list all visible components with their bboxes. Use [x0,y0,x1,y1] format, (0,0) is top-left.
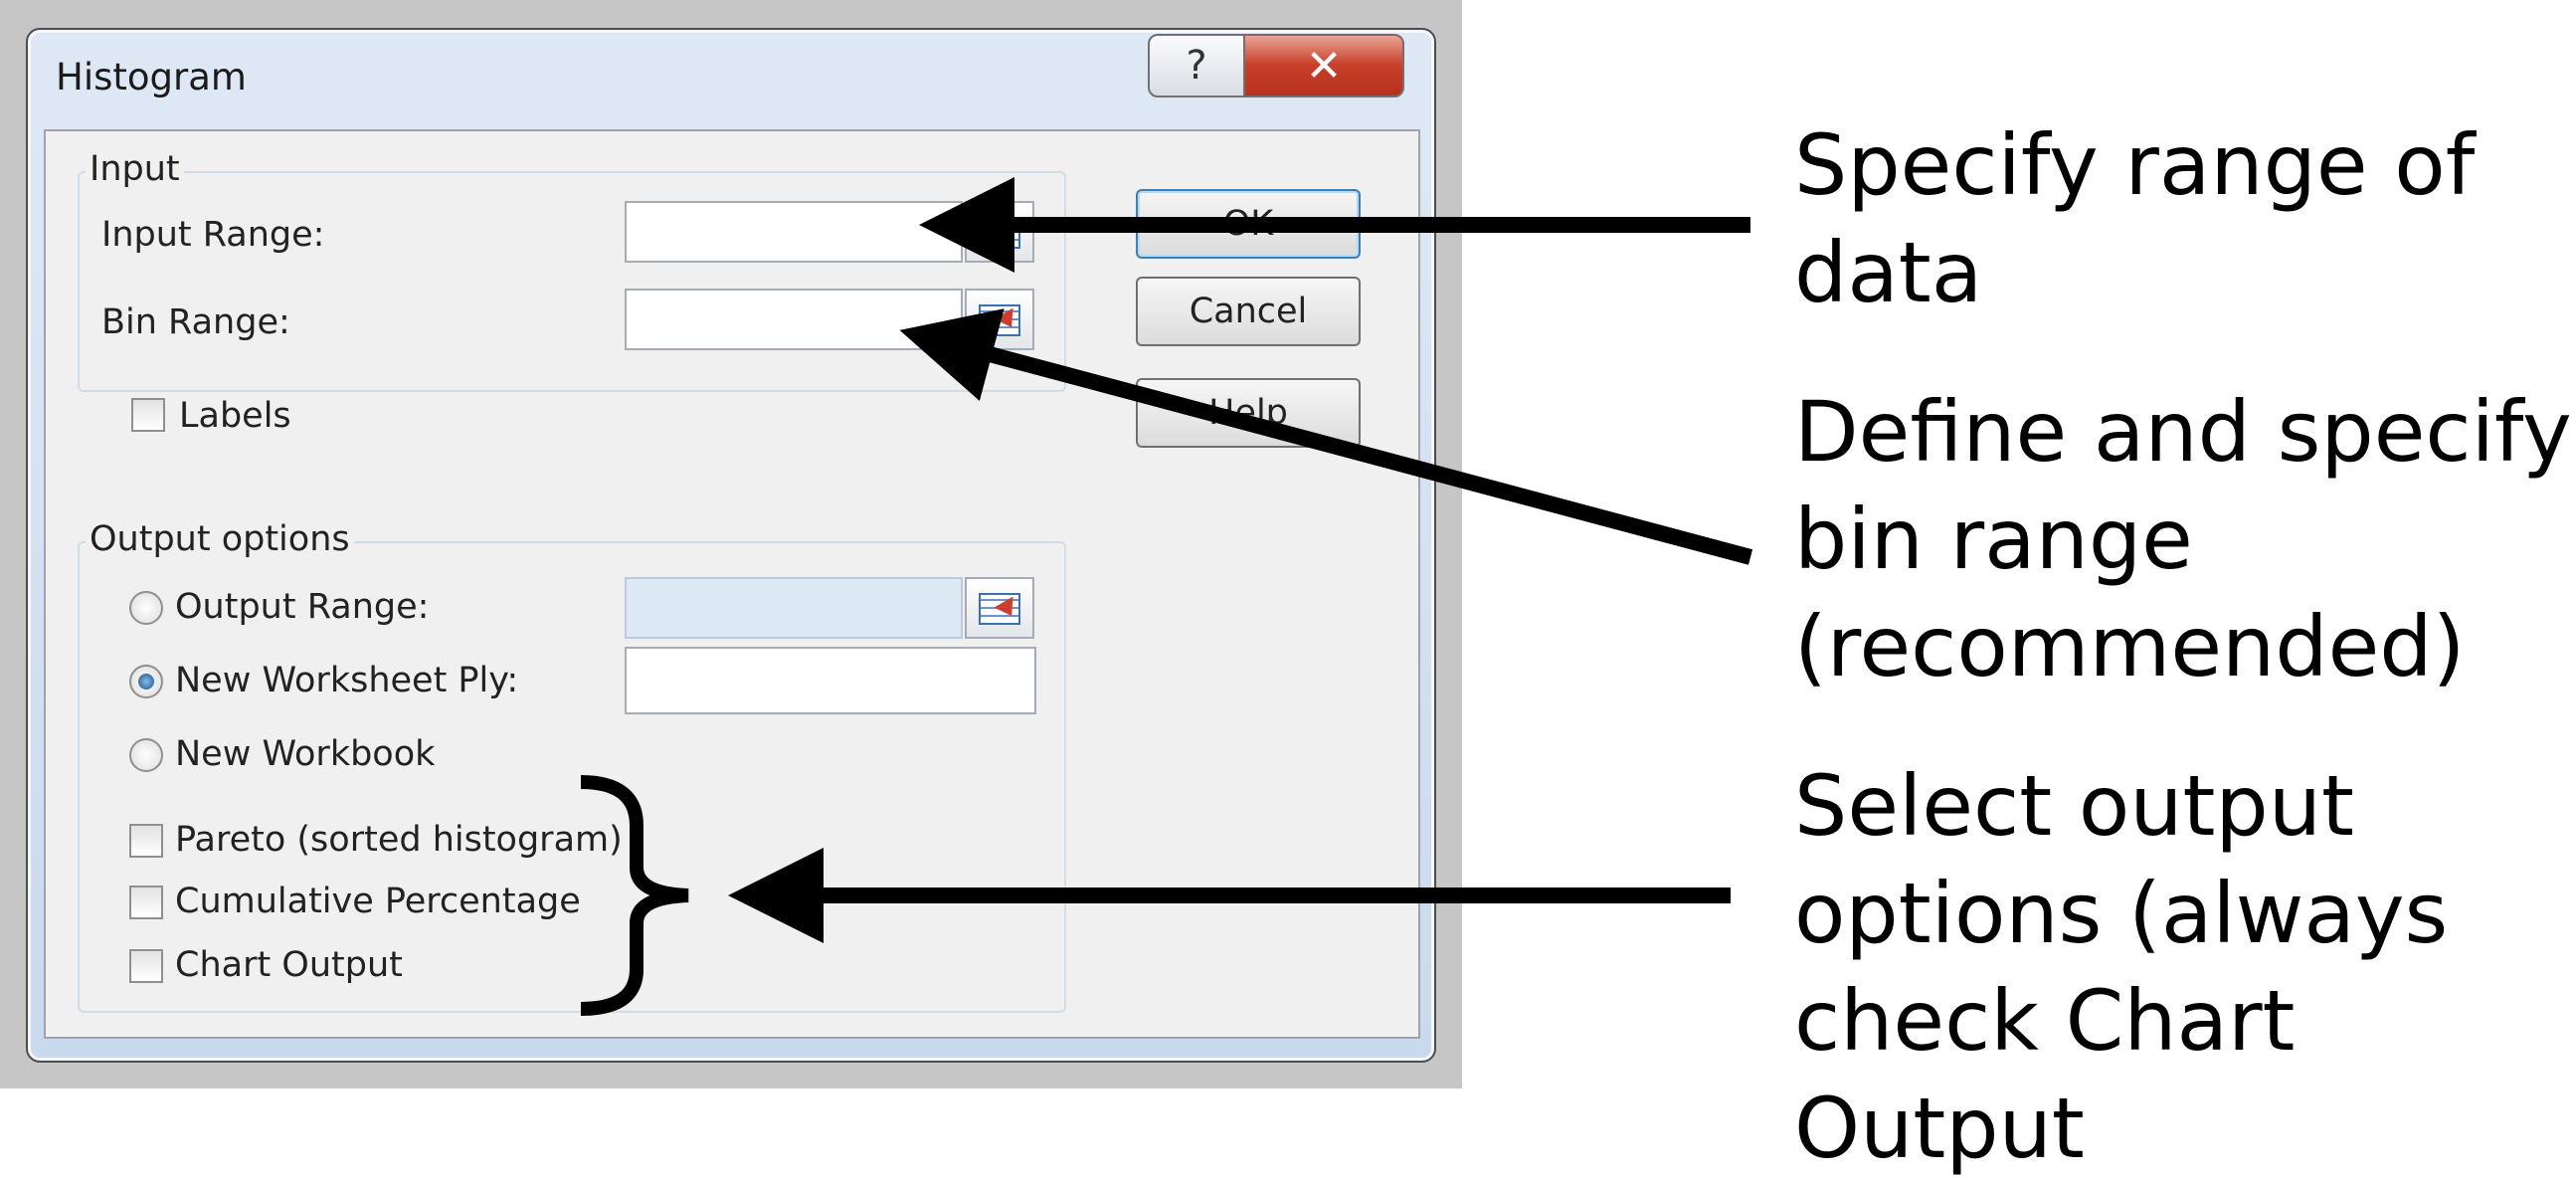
output-options-bracket [580,775,689,1016]
annotation-output: Select output options (always check Char… [1794,757,2449,1177]
arrow-to-bin-range [899,308,1753,565]
annotation-bin: Define and specify bin range (recommende… [1794,383,2572,695]
annotation-range: Specify range of data [1794,116,2476,321]
